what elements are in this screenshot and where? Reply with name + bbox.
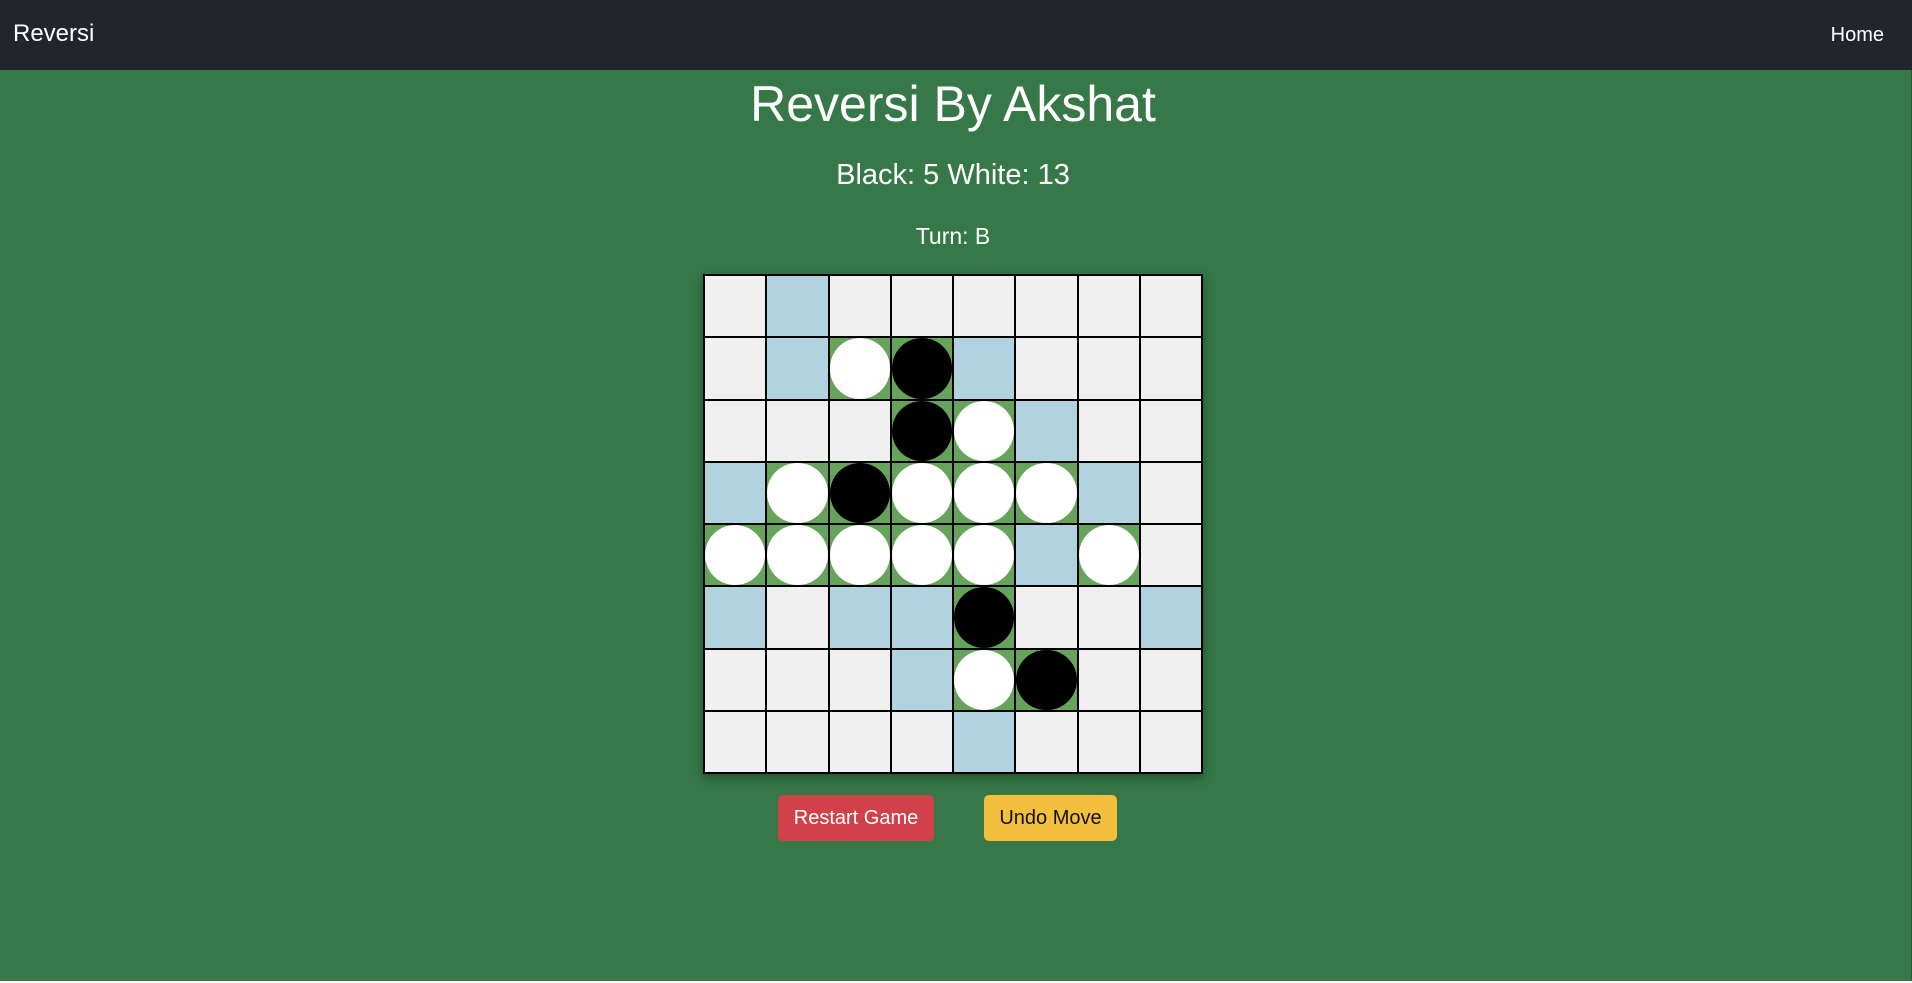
board-cell-occupied[interactable]	[1015, 648, 1078, 711]
brand-link[interactable]: Reversi	[13, 19, 94, 49]
board-cell-valid-move[interactable]	[1139, 586, 1202, 649]
board-cell-occupied[interactable]	[890, 524, 953, 587]
board-cell-empty[interactable]	[828, 710, 891, 773]
board-cell-empty[interactable]	[766, 710, 829, 773]
board-cell-empty[interactable]	[890, 275, 953, 338]
board-cell-empty[interactable]	[1077, 586, 1140, 649]
board-cell-empty[interactable]	[1139, 337, 1202, 400]
board-cell-valid-move[interactable]	[1015, 524, 1078, 587]
board-cell-empty[interactable]	[1139, 461, 1202, 524]
board-cell-occupied[interactable]	[890, 399, 953, 462]
black-disc	[954, 587, 1015, 648]
board-cell-occupied[interactable]	[953, 648, 1016, 711]
home-link[interactable]: Home	[1831, 22, 1884, 48]
board-cell-empty[interactable]	[1015, 275, 1078, 338]
board-cell-occupied[interactable]	[766, 461, 829, 524]
board-cell-empty[interactable]	[953, 275, 1016, 338]
board-cell-valid-move[interactable]	[828, 586, 891, 649]
undo-move-button[interactable]: Undo Move	[984, 795, 1117, 841]
board-cell-empty[interactable]	[766, 586, 829, 649]
board-cell-empty[interactable]	[890, 710, 953, 773]
board-cell-valid-move[interactable]	[704, 586, 767, 649]
white-disc	[1016, 462, 1077, 523]
board-cell-occupied[interactable]	[1015, 461, 1078, 524]
board-cell-occupied[interactable]	[890, 337, 953, 400]
board-cell-occupied[interactable]	[953, 586, 1016, 649]
white-disc	[767, 462, 828, 523]
board-cell-valid-move[interactable]	[766, 275, 829, 338]
board-cell-empty[interactable]	[828, 399, 891, 462]
board-cell-empty[interactable]	[1139, 399, 1202, 462]
board-cell-occupied[interactable]	[890, 461, 953, 524]
board-cell-occupied[interactable]	[828, 337, 891, 400]
black-disc	[891, 338, 952, 399]
white-disc	[954, 649, 1015, 710]
board-cell-empty[interactable]	[766, 648, 829, 711]
board-cell-valid-move[interactable]	[890, 586, 953, 649]
board-cell-empty[interactable]	[828, 275, 891, 338]
board-cell-empty[interactable]	[1077, 399, 1140, 462]
board-cell-occupied[interactable]	[828, 524, 891, 587]
board-cell-occupied[interactable]	[953, 524, 1016, 587]
white-disc	[1078, 525, 1139, 586]
board-cell-valid-move[interactable]	[953, 337, 1016, 400]
board-cell-occupied[interactable]	[1077, 524, 1140, 587]
white-disc	[891, 462, 952, 523]
board-cell-empty[interactable]	[766, 399, 829, 462]
board-cell-valid-move[interactable]	[766, 337, 829, 400]
restart-game-button[interactable]: Restart Game	[778, 795, 934, 841]
board-cell-occupied[interactable]	[953, 399, 1016, 462]
board-cell-valid-move[interactable]	[1015, 399, 1078, 462]
white-disc	[767, 525, 828, 586]
board-cell-empty[interactable]	[1139, 275, 1202, 338]
black-disc	[891, 400, 952, 461]
board-cell-empty[interactable]	[1015, 337, 1078, 400]
board-cell-empty[interactable]	[1139, 710, 1202, 773]
board-cell-empty[interactable]	[704, 648, 767, 711]
navbar: Reversi Home	[0, 0, 1912, 70]
board-cell-occupied[interactable]	[704, 524, 767, 587]
white-disc	[891, 525, 952, 586]
white-disc	[954, 400, 1015, 461]
board-cell-valid-move[interactable]	[704, 461, 767, 524]
board-cell-empty[interactable]	[1139, 524, 1202, 587]
board-cell-valid-move[interactable]	[953, 710, 1016, 773]
page-title: Reversi By Akshat	[750, 76, 1156, 132]
board-cell-empty[interactable]	[1077, 337, 1140, 400]
board-cell-empty[interactable]	[828, 648, 891, 711]
board-cell-valid-move[interactable]	[1077, 461, 1140, 524]
board-cell-empty[interactable]	[1015, 710, 1078, 773]
score-display: Black: 5 White: 13	[836, 159, 1070, 191]
game-area: Reversi By Akshat Black: 5 White: 13 Tur…	[0, 70, 1912, 981]
board-cell-empty[interactable]	[704, 275, 767, 338]
board-cell-empty[interactable]	[704, 710, 767, 773]
board-cell-occupied[interactable]	[766, 524, 829, 587]
board-cell-empty[interactable]	[1077, 710, 1140, 773]
white-disc	[705, 525, 766, 586]
board-cell-empty[interactable]	[1077, 275, 1140, 338]
black-disc	[1016, 649, 1077, 710]
board-cell-empty[interactable]	[1015, 586, 1078, 649]
board-cell-empty[interactable]	[1139, 648, 1202, 711]
white-disc	[954, 462, 1015, 523]
black-disc	[829, 462, 890, 523]
turn-indicator: Turn: B	[915, 223, 991, 249]
game-board	[703, 274, 1203, 774]
white-disc	[829, 525, 890, 586]
white-disc	[829, 338, 890, 399]
board-cell-empty[interactable]	[1077, 648, 1140, 711]
board-cell-empty[interactable]	[704, 399, 767, 462]
board-cell-occupied[interactable]	[953, 461, 1016, 524]
white-disc	[954, 525, 1015, 586]
board-cell-empty[interactable]	[704, 337, 767, 400]
board-cell-valid-move[interactable]	[890, 648, 953, 711]
board-cell-occupied[interactable]	[828, 461, 891, 524]
